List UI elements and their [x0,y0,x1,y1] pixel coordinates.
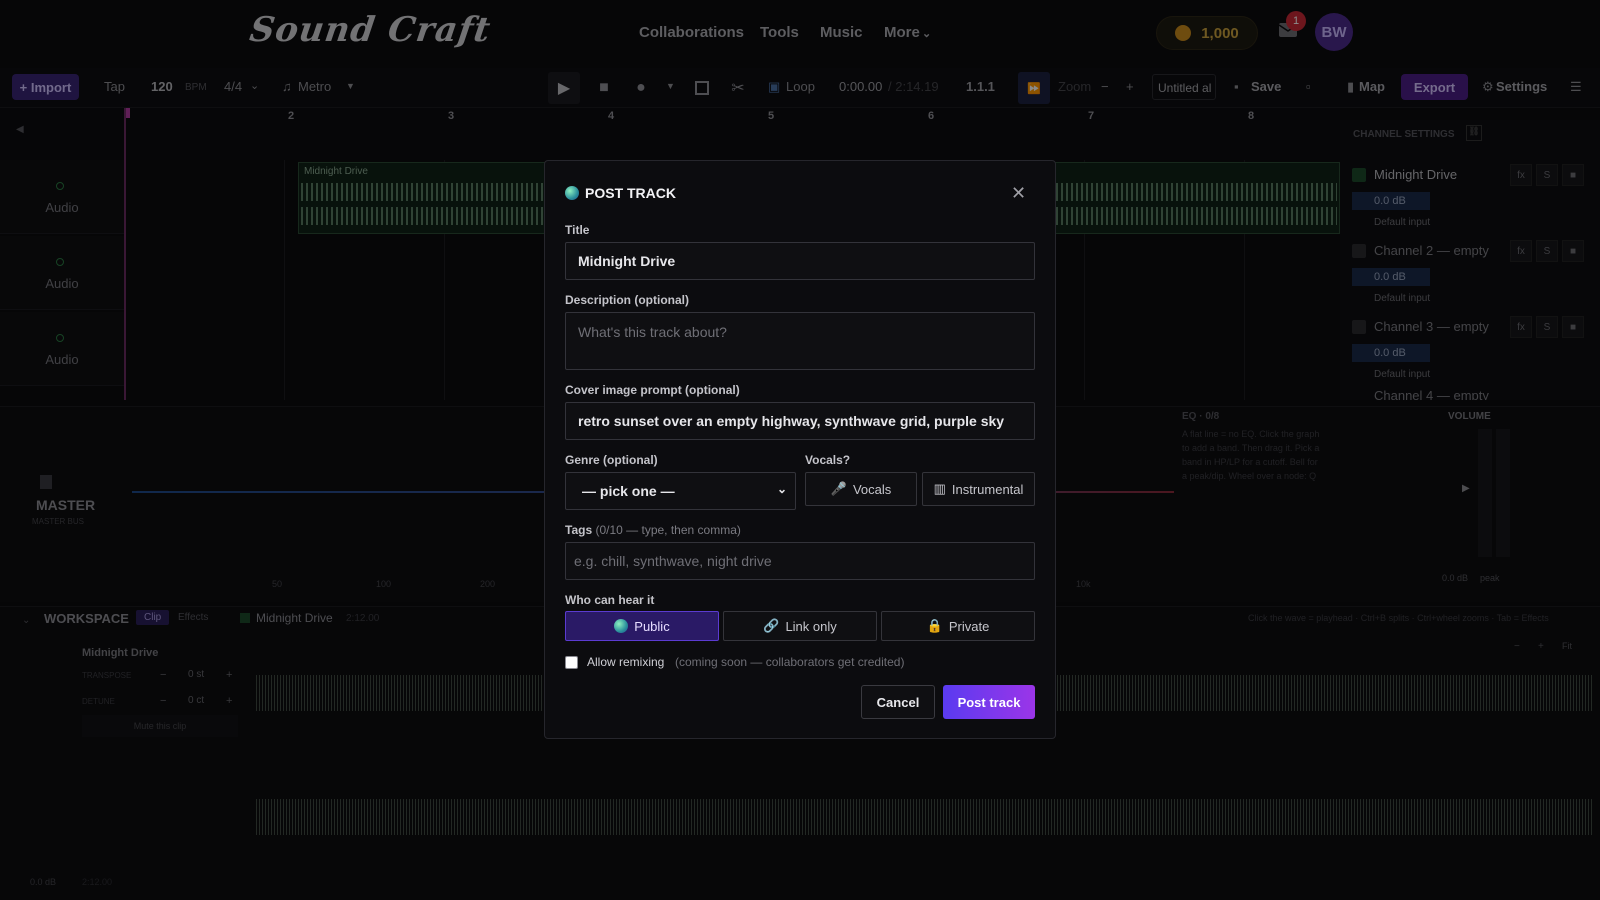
visibility-link-only[interactable]: 🔗 Link only [723,611,877,641]
vocals-button[interactable]: 🎤 Vocals [805,472,917,506]
globe-icon [614,619,629,633]
close-icon[interactable]: ✕ [1011,183,1026,204]
description-optional: (optional) [634,293,690,307]
cover-prompt-input[interactable]: retro sunset over an empty highway, synt… [565,402,1035,440]
title-label: Title [565,223,590,237]
cover-prompt-label: Cover image prompt (optional) [565,383,740,397]
allow-remixing-hint: (coming soon — collaborators get credite… [675,655,905,669]
visibility-label: Who can hear it [565,593,655,607]
microphone-icon: 🎤 [830,481,847,496]
genre-select-value: — pick one — [582,483,675,499]
link-icon: 🔗 [763,618,780,633]
instrumental-button[interactable]: ▥ Instrumental [922,472,1035,506]
allow-remixing-label[interactable]: Allow remixing [587,655,664,669]
dialog-title: POST TRACK [565,185,676,201]
vocals-button-label: Vocals [852,481,892,497]
cover-prompt-label-text: Cover image prompt [565,383,682,397]
dialog-title-text: POST TRACK [585,185,676,201]
cover-prompt-optional: (optional) [685,383,740,397]
genre-label: Genre (optional) [565,453,658,467]
vocals-label: Vocals? [805,453,851,467]
tags-hint: (0/10 — type, then comma) [595,523,741,537]
post-track-button[interactable]: Post track [943,685,1035,719]
title-input[interactable]: Midnight Drive [565,242,1035,280]
description-label-text: Description [565,293,632,307]
post-track-dialog: POST TRACK ✕ Title Midnight Drive Descri… [544,160,1056,739]
description-textarea[interactable]: What's this track about? [565,312,1035,370]
instrumental-button-label: Instrumental [951,481,1024,497]
allow-remixing-checkbox[interactable] [565,656,578,669]
tags-label: Tags (0/10 — type, then comma) [565,523,741,537]
lock-icon: 🔒 [926,618,943,633]
visibility-link-label: Link only [785,618,837,634]
visibility-public-label: Public [634,618,670,634]
visibility-public[interactable]: Public [565,611,719,641]
genre-optional: (optional) [603,453,658,467]
genre-label-text: Genre [565,453,600,467]
tags-input[interactable]: e.g. chill, synthwave, night drive [565,542,1035,580]
description-label: Description (optional) [565,293,689,307]
cancel-button[interactable]: Cancel [861,685,935,719]
piano-icon: ▥ [933,481,946,496]
genre-select[interactable]: — pick one — ⌄ [565,472,796,510]
globe-icon [565,186,579,200]
tags-label-text: Tags [565,523,593,537]
visibility-private-label: Private [948,618,990,634]
chevron-down-icon: ⌄ [776,482,787,496]
visibility-private[interactable]: 🔒 Private [881,611,1035,641]
